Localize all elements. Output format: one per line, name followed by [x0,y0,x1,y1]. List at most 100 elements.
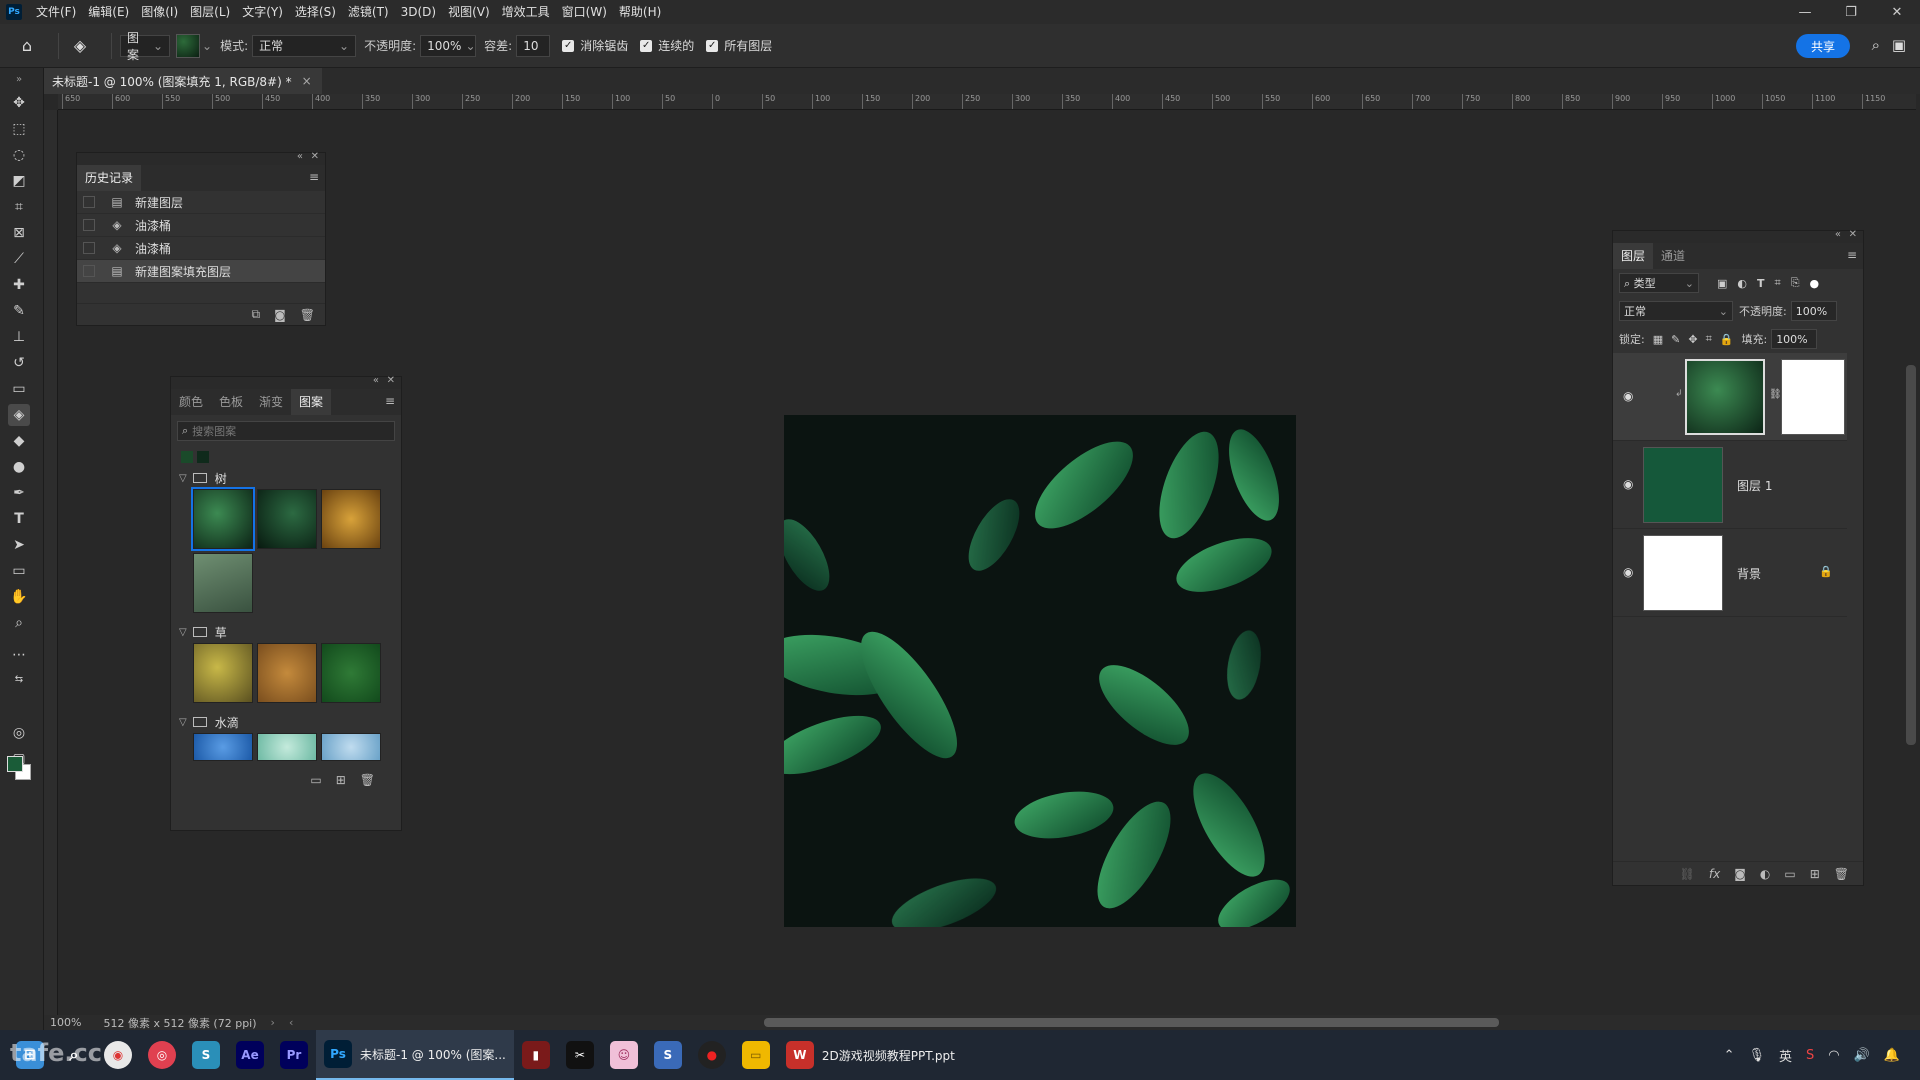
object-select-tool-icon[interactable]: ◩ [8,170,30,192]
sai-app-icon[interactable]: S [653,1041,682,1069]
panel-menu-icon[interactable]: ≡ [385,394,395,408]
vertical-scrollbar[interactable] [1906,365,1916,745]
avatar-app-icon[interactable]: ☺ [609,1041,638,1069]
close-tab-icon[interactable]: × [302,74,312,88]
panel-menu-icon[interactable]: ≡ [1847,248,1857,262]
history-snapshot-checkbox[interactable] [83,242,95,254]
restore-button[interactable]: ❐ [1828,0,1874,24]
move-tool-icon[interactable]: ✥ [8,92,30,114]
vertical-ruler[interactable] [44,110,58,1015]
marquee-tool-icon[interactable]: ⬚ [8,118,30,140]
trash-icon[interactable]: 🗑 [1834,867,1849,881]
blend-mode-select[interactable]: 正常 ⌄ [1619,301,1733,321]
menu-3d[interactable]: 3D(D) [395,0,442,24]
pattern-thumb[interactable] [321,733,381,761]
mode-select[interactable]: 正常 ⌄ [252,34,357,57]
history-snapshot-checkbox[interactable] [83,219,95,231]
collapse-panel-icon[interactable]: « [373,375,379,386]
recent-pattern-swatch[interactable] [181,451,193,463]
new-document-from-state-icon[interactable]: ⧉ [252,307,261,322]
history-item[interactable]: ▤ 新建图层 [77,191,325,214]
new-layer-icon[interactable]: ⊞ [1810,867,1820,881]
share-button[interactable]: 共享 [1796,34,1850,58]
antialias-checkbox[interactable]: ✓ 消除锯齿 [562,37,628,54]
camera-icon[interactable]: ◙ [274,308,286,322]
paint-bucket-preset-icon[interactable]: ◈ [67,33,93,59]
menu-filter[interactable]: 滤镜(T) [342,0,395,24]
zoom-level[interactable]: 100% [50,1016,81,1029]
collapse-panel-icon[interactable]: « [1835,229,1841,240]
horizontal-scrollbar[interactable] [764,1018,1499,1027]
fill-source-select[interactable]: 图案 ⌄ [120,31,170,62]
tab-gradients[interactable]: 渐变 [251,389,291,415]
healing-brush-tool-icon[interactable]: ✚ [8,274,30,296]
microphone-icon[interactable]: 🎙 [1748,1048,1765,1063]
pattern-group-trees[interactable]: ▽ 树 [171,467,401,489]
trash-icon[interactable]: 🗑 [300,308,315,322]
tab-channels[interactable]: 通道 [1653,243,1693,269]
brush-tool-icon[interactable]: ✎ [8,300,30,322]
horizontal-ruler[interactable]: 650 600 550 500 450 400 350 300 250 200 150 100 50 0 5… [58,94,1916,110]
file-explorer-icon[interactable]: ▭ [741,1041,770,1069]
path-select-tool-icon[interactable]: ➤ [8,534,30,556]
tab-patterns[interactable]: 图案 [291,389,332,415]
chrome-icon[interactable]: ◉ [104,1041,132,1069]
visibility-eye-icon[interactable]: ◉ [1623,477,1633,491]
layer-mask-thumbnail[interactable] [1781,359,1845,435]
pattern-thumb[interactable] [321,643,381,703]
recent-pattern-swatch[interactable] [197,451,209,463]
paint-bucket-tool-icon[interactable]: ◈ [8,404,30,426]
home-icon[interactable]: ⌂ [14,33,40,59]
workspace-icon[interactable]: ▣ [1892,36,1906,54]
pattern-thumb[interactable] [257,643,317,703]
menu-image[interactable]: 图像(I) [135,0,184,24]
filter-type-icon[interactable]: T [1757,277,1765,290]
document-tab[interactable]: 未标题-1 @ 100% (图案填充 1, RGB/8#) * × [44,68,322,94]
visibility-eye-icon[interactable]: ◉ [1623,565,1633,579]
chevron-down-icon[interactable]: ▽ [179,473,187,484]
tab-layers[interactable]: 图层 [1613,243,1654,269]
adjustment-layer-icon[interactable]: ◐ [1760,867,1770,881]
layer-thumbnail[interactable] [1643,535,1723,611]
layer-row-pattern-fill[interactable]: ◉ ↲ ⛓ [1613,353,1847,441]
premiere-icon[interactable]: Pr [280,1041,308,1069]
chevron-down-icon[interactable]: ▽ [179,627,187,638]
filter-toggle-icon[interactable]: ● [1810,277,1820,290]
windows-start-icon[interactable]: ⊞ [16,1041,44,1069]
panel-menu-icon[interactable]: ≡ [309,170,319,184]
sogou-icon[interactable]: S [1806,1048,1814,1063]
layer-row-background[interactable]: ◉ 背景 🔒 [1613,529,1847,617]
more-tools-icon[interactable]: ⋯ [8,644,30,666]
search-icon[interactable]: ⌕ [1872,36,1880,54]
menu-help[interactable]: 帮助(H) [613,0,667,24]
app-s-icon[interactable]: S [192,1041,220,1069]
layer-opacity-input[interactable]: 100% [1790,301,1837,321]
pattern-search-input[interactable]: ⌕ 搜索图案 [177,421,395,441]
visibility-eye-icon[interactable]: ◉ [1623,389,1633,403]
layer-thumbnail[interactable] [1643,447,1723,523]
add-mask-icon[interactable]: ◙ [1734,867,1746,881]
tab-history[interactable]: 历史记录 [77,165,142,191]
new-pattern-icon[interactable]: ⊞ [336,773,346,787]
pattern-thumb[interactable] [193,553,253,613]
expand-toolbar-icon[interactable]: » [8,68,30,90]
eyedropper-tool-icon[interactable]: ⟋ [8,248,30,270]
collapse-panel-icon[interactable]: « [297,151,303,162]
filter-adjustment-icon[interactable]: ◐ [1737,277,1747,290]
filter-pixel-icon[interactable]: ▣ [1717,277,1727,290]
chevron-up-icon[interactable]: ⌃ [1724,1048,1735,1063]
record-icon[interactable]: ● [697,1041,726,1069]
taskbar-photoshop[interactable]: Ps 未标题-1 @ 100% (图案... [316,1030,514,1080]
tab-color[interactable]: 颜色 [171,389,211,415]
foreground-color-swatch[interactable] [7,756,23,772]
document-canvas[interactable] [784,415,1296,927]
clone-stamp-tool-icon[interactable]: ⊥ [8,326,30,348]
menu-select[interactable]: 选择(S) [289,0,342,24]
lock-artboard-icon[interactable]: ⌗ [1706,332,1712,346]
tab-swatches[interactable]: 色板 [211,389,251,415]
history-item[interactable]: ◈ 油漆桶 [77,214,325,237]
zoom-tool-icon[interactable]: ⌕ [8,612,30,634]
lock-transparency-icon[interactable]: ▦ [1653,333,1663,346]
menu-view[interactable]: 视图(V) [442,0,496,24]
opacity-input[interactable]: 100% ⌄ [420,34,477,57]
